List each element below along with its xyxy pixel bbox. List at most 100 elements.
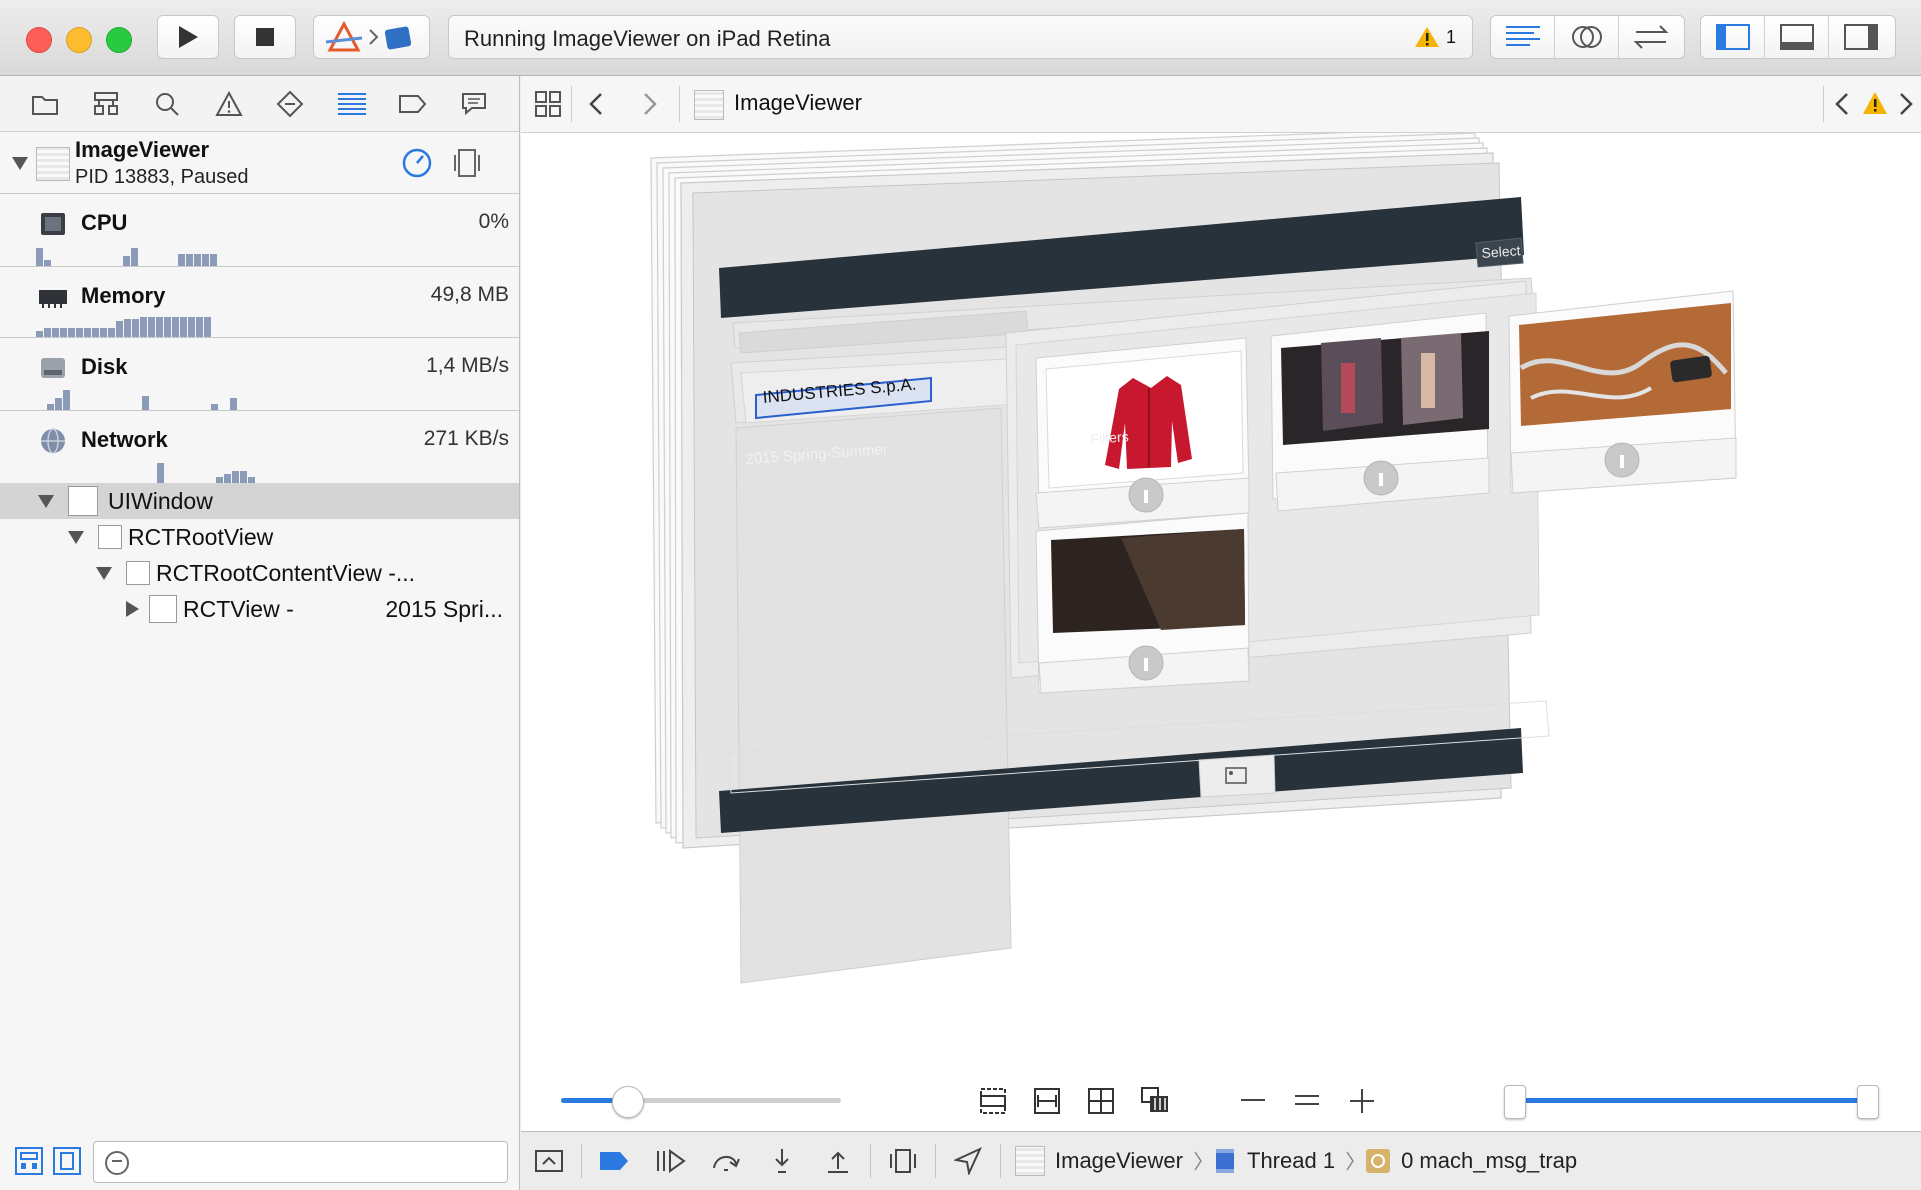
speech-bubble-icon — [462, 92, 487, 115]
standard-editor-button[interactable] — [1491, 16, 1555, 58]
breakpoints-toggle-button[interactable] — [586, 1150, 642, 1172]
forward-arrow-icon[interactable] — [641, 92, 659, 116]
view-debugger-canvas[interactable]: 2015 Spring-Summer Filters Select INDUST… — [521, 133, 1921, 1131]
close-window-button[interactable] — [26, 27, 52, 53]
step-over-icon — [713, 1156, 740, 1171]
zoom-actual-icon[interactable] — [1292, 1090, 1322, 1110]
jump-bar-title[interactable]: ImageViewer — [734, 90, 862, 116]
hierarchy-icon — [94, 91, 119, 115]
show-views-icon[interactable] — [52, 1146, 82, 1176]
filters-button-label: Filters — [1090, 428, 1130, 447]
view-checkbox[interactable] — [68, 486, 98, 516]
toggle-utilities-button[interactable] — [1829, 16, 1893, 58]
tree-label: RCTRootView — [128, 523, 274, 550]
wireframe-mode-icon[interactable] — [1086, 1086, 1116, 1116]
left-panel-icon — [1715, 24, 1750, 50]
project-navigator-tab[interactable] — [28, 87, 62, 121]
tree-row-rctrootcontentview[interactable]: RCTRootContentView -... — [0, 555, 519, 591]
debug-breadcrumb: ImageViewer Thread 1 0 mach_msg_trap — [1015, 1146, 1577, 1176]
spacing-slider-track[interactable] — [561, 1098, 841, 1103]
simulate-location-button[interactable] — [940, 1147, 996, 1175]
app-icon — [1015, 1146, 1045, 1176]
toggle-navigator-button[interactable] — [1701, 16, 1765, 58]
hide-debug-area-button[interactable] — [521, 1149, 577, 1173]
version-editor-button[interactable] — [1619, 16, 1683, 58]
debug-view-hierarchy-button[interactable] — [875, 1147, 931, 1175]
continue-icon — [657, 1149, 686, 1173]
debug-navigator-tab[interactable] — [335, 87, 369, 121]
diamond-icon — [276, 90, 304, 117]
view-checkbox[interactable] — [149, 595, 177, 623]
view-toggle-segment[interactable] — [1700, 15, 1896, 59]
select-button-label: Select — [1481, 242, 1521, 261]
breakpoint-navigator-tab[interactable] — [396, 87, 430, 121]
disclosure-triangle[interactable] — [68, 530, 84, 544]
debug-gauge-icon — [337, 92, 366, 115]
chevron-right-icon — [1194, 1151, 1202, 1171]
debug-gauges-icon[interactable] — [401, 147, 433, 179]
process-row[interactable]: ImageViewer PID 13883, Paused — [0, 133, 519, 194]
show-hierarchy-icon[interactable] — [14, 1146, 44, 1176]
range-slider-max-handle[interactable] — [1857, 1085, 1879, 1119]
editor-mode-segment[interactable] — [1490, 15, 1685, 59]
app-icon — [694, 90, 724, 120]
tree-row-uiwindow[interactable]: UIWindow — [0, 483, 519, 519]
step-into-button[interactable] — [754, 1147, 810, 1175]
filter-field[interactable] — [93, 1141, 508, 1183]
cpu-gauge-row[interactable]: CPU 0% — [0, 194, 519, 267]
breadcrumb-app[interactable]: ImageViewer — [1055, 1148, 1183, 1174]
warning-icon[interactable] — [1861, 90, 1889, 116]
back-arrow-icon[interactable] — [587, 92, 605, 116]
step-over-button[interactable] — [698, 1148, 754, 1174]
run-button[interactable] — [157, 15, 219, 59]
breadcrumb-thread[interactable]: Thread 1 — [1247, 1148, 1335, 1174]
breadcrumb-frame[interactable]: 0 mach_msg_trap — [1401, 1148, 1577, 1174]
network-gauge-row[interactable]: Network 271 KB/s — [0, 411, 519, 484]
stop-icon — [256, 28, 274, 46]
test-navigator-tab[interactable] — [273, 87, 307, 121]
disclosure-triangle[interactable] — [38, 494, 54, 508]
tree-row-rctrootview[interactable]: RCTRootView — [0, 519, 519, 555]
scheme-selector[interactable] — [313, 15, 430, 59]
search-icon — [156, 92, 180, 116]
symbol-navigator-tab[interactable] — [89, 87, 123, 121]
tree-row-rctview[interactable]: RCTView - 2015 Spri... — [0, 591, 519, 627]
stop-button[interactable] — [234, 15, 296, 59]
show-constraints-icon[interactable] — [1032, 1086, 1062, 1116]
minimize-window-button[interactable] — [66, 27, 92, 53]
hide-debug-area-icon — [535, 1150, 563, 1172]
disclosure-triangle[interactable] — [126, 601, 139, 617]
zoom-out-icon[interactable] — [1238, 1090, 1268, 1110]
toggle-debug-area-button[interactable] — [1765, 16, 1829, 58]
step-out-icon — [828, 1151, 848, 1173]
disk-label: Disk — [81, 354, 128, 379]
find-navigator-tab[interactable] — [150, 87, 184, 121]
disk-gauge-row[interactable]: Disk 1,4 MB/s — [0, 338, 519, 411]
step-out-button[interactable] — [810, 1147, 866, 1175]
app-icon — [36, 147, 70, 181]
warning-indicator[interactable]: 1 — [1414, 25, 1456, 49]
disclosure-triangle[interactable] — [96, 566, 112, 580]
previous-issue-icon[interactable] — [1833, 92, 1851, 116]
network-value: 271 KB/s — [423, 427, 509, 450]
issue-navigator-tab[interactable] — [212, 87, 246, 121]
zoom-in-icon[interactable] — [1347, 1086, 1377, 1116]
device-icon[interactable] — [452, 147, 482, 179]
zoom-window-button[interactable] — [106, 27, 132, 53]
memory-gauge-row[interactable]: Memory 49,8 MB — [0, 267, 519, 338]
view-checkbox[interactable] — [98, 525, 122, 549]
render-mode-icon[interactable] — [1140, 1086, 1172, 1116]
range-slider-min-handle[interactable] — [1504, 1085, 1526, 1119]
range-slider-track[interactable] — [1521, 1098, 1861, 1103]
spacing-slider-knob[interactable] — [612, 1086, 644, 1118]
report-navigator-tab[interactable] — [457, 87, 491, 121]
show-clipped-content-icon[interactable] — [978, 1086, 1008, 1116]
location-arrow-icon — [954, 1147, 982, 1175]
assistant-editor-button[interactable] — [1555, 16, 1619, 58]
related-items-icon[interactable] — [534, 90, 562, 118]
continue-button[interactable] — [642, 1148, 698, 1174]
next-issue-icon[interactable] — [1897, 92, 1915, 116]
tree-label: RCTRootContentView -... — [156, 559, 416, 586]
view-checkbox[interactable] — [126, 561, 150, 585]
disk-icon — [41, 358, 65, 378]
